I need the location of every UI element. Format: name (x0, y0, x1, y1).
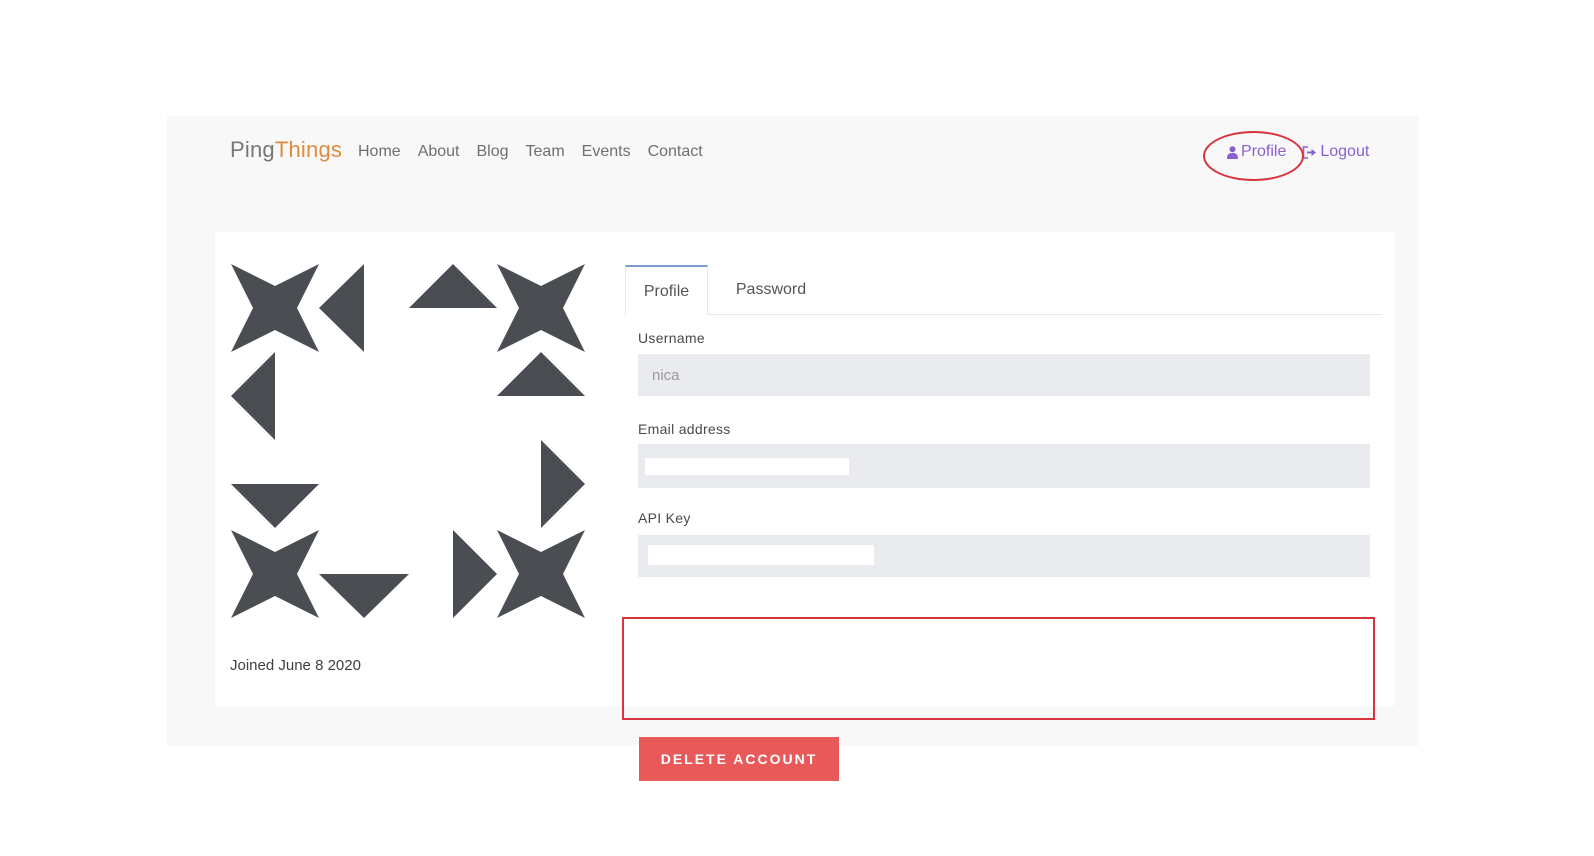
nav-events-link[interactable]: Events (582, 143, 631, 161)
nav-team-link[interactable]: Team (526, 143, 565, 161)
profile-card: Joined June 8 2020 Profile Password User… (215, 232, 1394, 781)
main-nav: Home About Blog Team Events Contact (358, 143, 703, 161)
brand-name-part2: Things (274, 137, 343, 162)
email-label: Email address (638, 421, 731, 437)
nav-contact-link[interactable]: Contact (648, 143, 703, 161)
user-nav: Profile Logout (1227, 143, 1369, 161)
email-redaction (645, 458, 849, 475)
app-window: PingThings Home About Blog Team Events C… (167, 116, 1418, 781)
joined-date: Joined June 8 2020 (230, 657, 361, 674)
identicon-avatar (231, 264, 585, 618)
brand-logo[interactable]: PingThings (230, 137, 342, 163)
nav-about-link[interactable]: About (418, 143, 460, 161)
profile-link-label: Profile (1241, 143, 1287, 160)
api-key-label: API Key (638, 510, 691, 526)
api-key-redaction (648, 545, 874, 565)
brand-name-part1: Ping (230, 137, 275, 162)
logout-icon (1302, 145, 1317, 159)
profile-link[interactable]: Profile (1227, 143, 1286, 161)
tab-profile[interactable]: Profile (625, 265, 708, 315)
logout-link[interactable]: Logout (1302, 143, 1369, 161)
logout-link-label: Logout (1320, 143, 1370, 160)
settings-tabs: Profile Password (625, 265, 1382, 315)
username-field[interactable] (638, 354, 1370, 396)
nav-blog-link[interactable]: Blog (477, 143, 509, 161)
nav-home-link[interactable]: Home (358, 143, 401, 161)
username-label: Username (638, 330, 705, 346)
api-key-highlight (622, 617, 1375, 720)
user-icon (1227, 145, 1238, 159)
delete-account-button[interactable]: DELETE ACCOUNT (639, 737, 839, 781)
tab-password[interactable]: Password (726, 265, 816, 314)
